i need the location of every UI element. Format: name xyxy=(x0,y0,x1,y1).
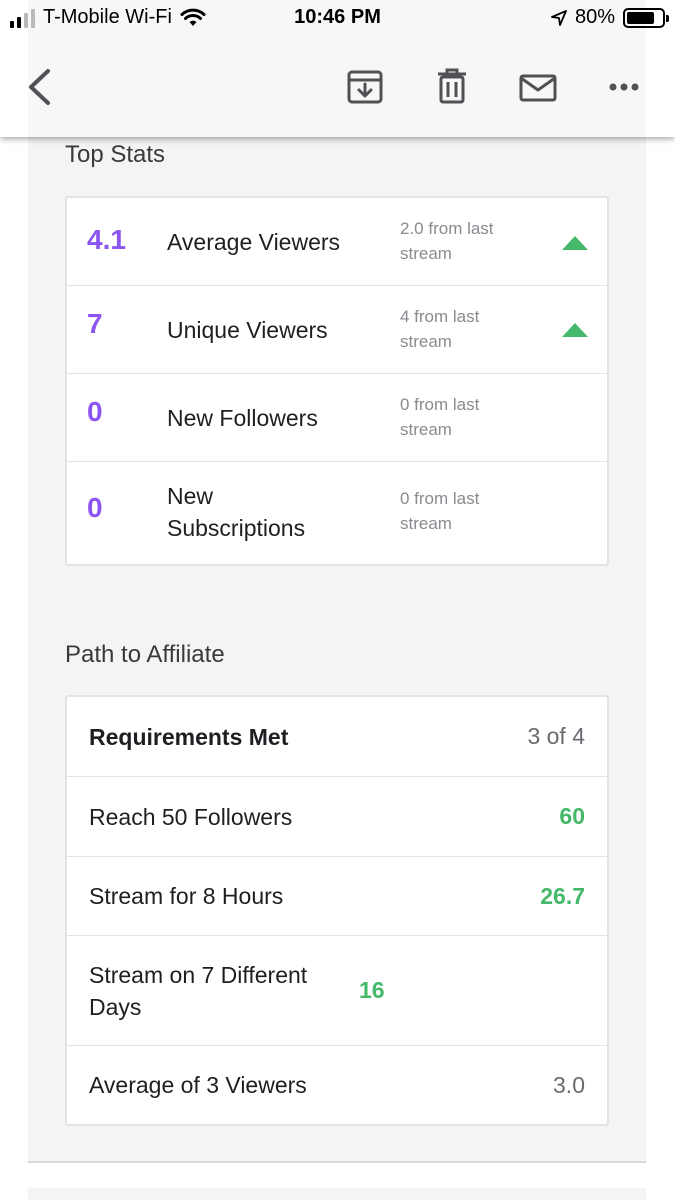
archive-icon xyxy=(347,70,383,104)
more-button[interactable] xyxy=(608,82,640,92)
back-icon xyxy=(29,69,50,105)
path-to-affiliate-title: Path to Affiliate xyxy=(65,641,225,668)
stat-row-new-subscriptions: 0 New Subscriptions 0 from last stream xyxy=(67,462,607,564)
trend-up-icon xyxy=(562,323,588,337)
mail-button[interactable] xyxy=(519,74,557,102)
stat-value: 7 xyxy=(87,308,103,339)
back-button[interactable] xyxy=(26,68,52,106)
more-icon xyxy=(609,83,639,91)
trash-icon xyxy=(438,68,466,104)
email-body: Top Stats 4.1 Average Viewers 2.0 from l… xyxy=(28,137,646,1162)
top-stats-title: Top Stats xyxy=(65,141,166,168)
stat-label: Unique Viewers xyxy=(167,317,328,343)
requirement-row: Average of 3 Viewers 3.0 xyxy=(67,1046,607,1124)
requirements-met-value: 3 of 4 xyxy=(527,723,585,749)
requirement-row: Stream for 8 Hours 26.7 xyxy=(67,857,607,936)
requirement-row: Stream on 7 Different Days 16 xyxy=(67,936,607,1046)
stat-row-average-viewers: 4.1 Average Viewers 2.0 from last stream xyxy=(67,198,607,286)
requirement-label: Stream on 7 Different Days xyxy=(89,961,308,1020)
stat-change: 0 from last stream xyxy=(400,395,480,439)
battery-fill xyxy=(627,11,655,24)
battery-percent: 80% xyxy=(574,6,615,28)
trend-up-icon xyxy=(562,236,588,250)
battery-icon xyxy=(623,7,669,28)
content-divider xyxy=(28,1161,646,1163)
stat-change: 2.0 from last stream xyxy=(400,219,494,263)
footer-strip xyxy=(28,1188,646,1200)
stat-change: 4 from last stream xyxy=(400,307,480,351)
requirement-value: 16 xyxy=(359,977,385,1003)
requirement-row: Reach 50 Followers 60 xyxy=(67,777,607,857)
stat-change: 0 from last stream xyxy=(400,489,480,533)
requirements-met-label: Requirements Met xyxy=(89,723,289,750)
requirement-value: 3.0 xyxy=(553,1071,585,1098)
top-stats-card: 4.1 Average Viewers 2.0 from last stream… xyxy=(65,196,609,566)
requirement-value: 60 xyxy=(559,803,585,829)
stat-row-new-followers: 0 New Followers 0 from last stream xyxy=(67,374,607,462)
requirement-value: 26.7 xyxy=(540,882,585,909)
stat-value: 4.1 xyxy=(87,224,126,255)
affiliate-card: Requirements Met 3 of 4 Reach 50 Followe… xyxy=(65,695,609,1126)
requirements-met-row: Requirements Met 3 of 4 xyxy=(67,697,607,777)
trash-button[interactable] xyxy=(436,68,468,104)
stat-label: New Subscriptions xyxy=(167,483,306,541)
status-bar: T-Mobile Wi-Fi 10:46 PM 80% xyxy=(0,0,675,40)
requirement-label: Reach 50 Followers xyxy=(89,803,293,830)
stat-value: 0 xyxy=(87,492,103,523)
status-right: 80% xyxy=(551,6,669,29)
location-arrow-icon xyxy=(551,9,567,26)
requirement-label: Average of 3 Viewers xyxy=(89,1072,307,1098)
requirement-label: Stream for 8 Hours xyxy=(89,883,284,909)
mail-icon xyxy=(519,74,557,102)
stat-row-unique-viewers: 7 Unique Viewers 4 from last stream xyxy=(67,286,607,374)
stat-value: 0 xyxy=(87,396,103,427)
stat-label: New Followers xyxy=(167,405,318,431)
archive-button[interactable] xyxy=(347,70,383,104)
stat-label: Average Viewers xyxy=(167,229,341,255)
